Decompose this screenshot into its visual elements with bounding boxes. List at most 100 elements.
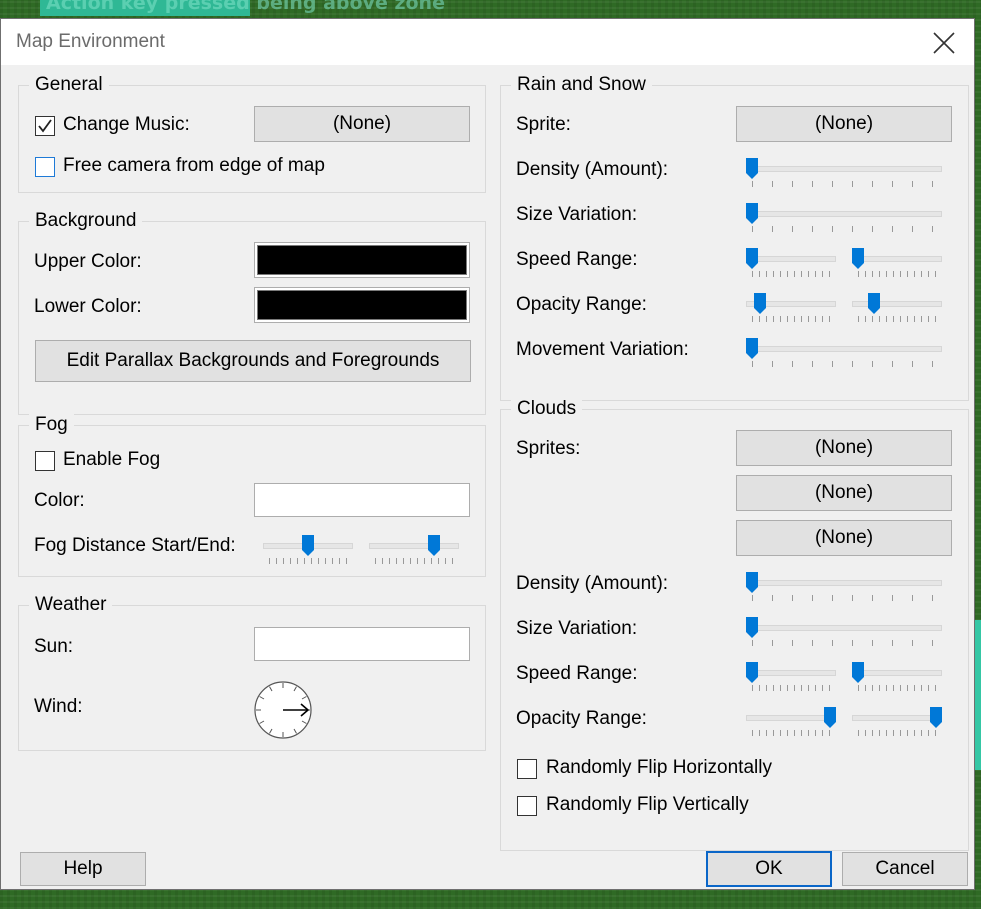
rain-density-slider[interactable] (746, 158, 942, 191)
slider-thumb[interactable] (427, 535, 440, 557)
fog-color-swatch[interactable] (254, 483, 470, 517)
flip-horizontal-checkbox[interactable] (517, 759, 537, 779)
wind-label: Wind: (34, 696, 83, 717)
fog-distance-label: Fog Distance Start/End: (34, 535, 236, 556)
slider-ticks (752, 685, 830, 691)
cloud-speed-min-slider[interactable] (746, 662, 836, 695)
rain-snow-group: Rain and Snow Sprite: (None) Density (Am… (500, 74, 969, 401)
slider-track (746, 580, 942, 586)
free-camera-checkbox[interactable] (35, 157, 55, 177)
cloud-size-slider[interactable] (746, 617, 942, 650)
slider-track (746, 715, 836, 721)
slider-ticks (752, 640, 936, 646)
slider-ticks (858, 316, 936, 322)
fog-end-slider[interactable] (369, 535, 459, 568)
rain-snow-title: Rain and Snow (511, 74, 652, 96)
slider-thumb[interactable] (852, 248, 864, 270)
upper-color-fill (257, 245, 467, 275)
slider-ticks (858, 271, 936, 277)
slider-thumb[interactable] (746, 158, 758, 180)
title-bar[interactable]: Map Environment (1, 19, 974, 65)
slider-ticks (752, 316, 830, 322)
rain-size-slider[interactable] (746, 203, 942, 236)
music-select-button[interactable]: (None) (254, 106, 470, 142)
cloud-size-label: Size Variation: (516, 618, 638, 639)
enable-fog-label: Enable Fog (63, 449, 161, 470)
slider-thumb[interactable] (746, 203, 758, 225)
rain-sprite-button[interactable]: (None) (736, 106, 952, 142)
general-group: General Change Music: (None) Free camera… (18, 74, 486, 193)
flip-horizontal-label: Randomly Flip Horizontally (546, 757, 772, 778)
rain-speed-max-slider[interactable] (852, 248, 942, 281)
cloud-opacity-max-slider[interactable] (852, 707, 942, 740)
slider-thumb[interactable] (746, 572, 758, 594)
slider-thumb[interactable] (746, 338, 758, 360)
help-button[interactable]: Help (20, 852, 146, 886)
slider-ticks (858, 730, 936, 736)
cloud-density-slider[interactable] (746, 572, 942, 605)
slider-thumb[interactable] (302, 535, 314, 557)
checkmark-icon (38, 119, 52, 133)
clouds-group: Clouds Sprites: (None) (None) (None) Den… (500, 398, 969, 851)
rain-sprite-label: Sprite: (516, 114, 571, 135)
slider-track (852, 715, 942, 721)
ok-button[interactable]: OK (706, 851, 832, 887)
slider-ticks (752, 181, 936, 187)
upper-color-label: Upper Color: (34, 251, 142, 272)
edit-parallax-button[interactable]: Edit Parallax Backgrounds and Foreground… (35, 340, 471, 382)
change-music-checkbox[interactable] (35, 116, 55, 136)
fog-title: Fog (29, 414, 74, 436)
map-environment-dialog: Map Environment General Change Music: (N… (0, 18, 975, 890)
slider-thumb[interactable] (746, 617, 758, 639)
slider-track (746, 625, 942, 631)
lower-color-label: Lower Color: (34, 296, 142, 317)
slider-ticks (752, 226, 936, 232)
slider-track (852, 256, 942, 262)
cloud-speed-label: Speed Range: (516, 663, 638, 684)
cloud-sprite-button-1[interactable]: (None) (736, 430, 952, 466)
slider-track (746, 670, 836, 676)
background-banner-text: Action key pressed being above zone (46, 0, 445, 14)
enable-fog-checkbox[interactable] (35, 451, 55, 471)
window-title: Map Environment (16, 31, 165, 52)
flip-vertical-checkbox[interactable] (517, 796, 537, 816)
slider-thumb[interactable] (930, 707, 942, 729)
cloud-opacity-label: Opacity Range: (516, 708, 647, 729)
slider-ticks (269, 558, 347, 564)
rain-movement-label: Movement Variation: (516, 339, 689, 360)
slider-thumb[interactable] (753, 293, 766, 315)
rain-size-label: Size Variation: (516, 204, 638, 225)
cloud-sprite-button-3[interactable]: (None) (736, 520, 952, 556)
slider-track (746, 256, 836, 262)
slider-ticks (752, 361, 936, 367)
sun-label: Sun: (34, 636, 74, 657)
cloud-opacity-min-slider[interactable] (746, 707, 836, 740)
rain-opacity-min-slider[interactable] (746, 293, 836, 326)
cancel-button[interactable]: Cancel (842, 852, 968, 886)
slider-thumb[interactable] (824, 707, 836, 729)
wind-direction-dial[interactable] (253, 680, 313, 740)
slider-track (852, 670, 942, 676)
weather-title: Weather (29, 594, 113, 616)
upper-color-swatch[interactable] (254, 242, 470, 278)
clouds-title: Clouds (511, 398, 583, 420)
slider-thumb[interactable] (852, 662, 864, 684)
cloud-speed-max-slider[interactable] (852, 662, 942, 695)
rain-opacity-max-slider[interactable] (852, 293, 942, 326)
fog-start-slider[interactable] (263, 535, 353, 568)
rain-opacity-label: Opacity Range: (516, 294, 647, 315)
rain-movement-slider[interactable] (746, 338, 942, 371)
flip-vertical-label: Randomly Flip Vertically (546, 794, 749, 815)
rain-speed-min-slider[interactable] (746, 248, 836, 281)
fog-group: Fog Enable Fog Color: Fog Distance Start… (18, 414, 486, 577)
cloud-sprites-label: Sprites: (516, 438, 581, 459)
sun-field[interactable] (254, 627, 470, 661)
slider-thumb[interactable] (867, 293, 880, 315)
lower-color-swatch[interactable] (254, 287, 470, 323)
slider-thumb[interactable] (746, 662, 758, 684)
cloud-sprite-button-2[interactable]: (None) (736, 475, 952, 511)
close-icon[interactable] (928, 27, 960, 59)
slider-ticks (752, 595, 936, 601)
fog-color-label: Color: (34, 490, 85, 511)
slider-thumb[interactable] (746, 248, 758, 270)
